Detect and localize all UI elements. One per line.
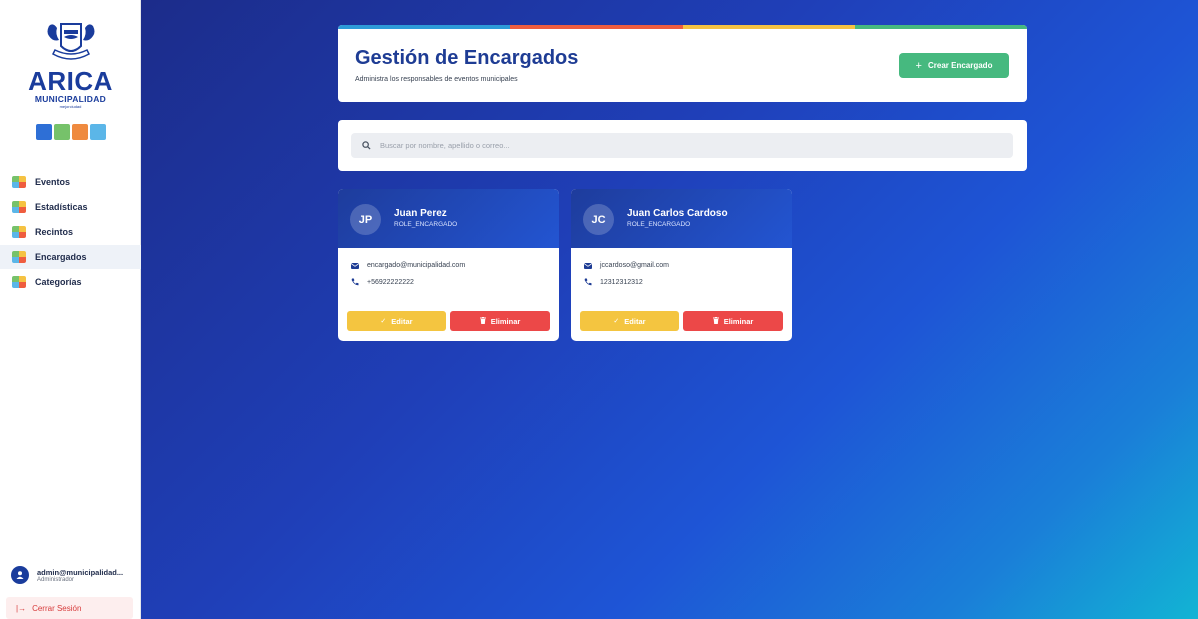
delete-button[interactable]: Eliminar (683, 311, 783, 331)
create-encargado-button[interactable]: + Crear Encargado (899, 53, 1009, 78)
sidebar-item-label: Categorías (35, 277, 82, 287)
coat-of-arms-icon (47, 23, 94, 60)
brand-tile (53, 124, 70, 140)
logout-arrow-icon: |→ (16, 603, 27, 613)
sidebar-item-estadisticas[interactable]: Estadísticas (0, 195, 141, 219)
page-title: Gestión de Encargados (355, 47, 579, 69)
sidebar: ARICA MUNICIPALIDAD mejorciudad Eventos … (0, 0, 141, 619)
delete-button[interactable]: Eliminar (450, 311, 550, 331)
edit-button-label: Editar (624, 316, 646, 326)
search-field[interactable] (351, 133, 1013, 158)
brand-logo[interactable]: ARICA MUNICIPALIDAD mejorciudad (0, 20, 141, 140)
phone-icon (351, 278, 361, 286)
encargado-phone: +56922222222 (367, 278, 414, 286)
color-bar-segment (854, 25, 1027, 29)
create-button-label: Crear Encargado (927, 61, 993, 70)
encargado-email: jccardoso@gmail.com (600, 262, 669, 269)
encargados-icon (12, 251, 26, 263)
sidebar-item-label: Eventos (35, 177, 71, 187)
sidebar-item-categorias[interactable]: Categorías (0, 270, 141, 294)
sidebar-item-encargados[interactable]: Encargados (0, 245, 141, 269)
phone-row: +56922222222 (351, 278, 414, 286)
color-bar-segment (510, 25, 683, 29)
user-icon (16, 571, 24, 579)
color-bar-segment (682, 25, 855, 29)
encargado-card: JC Juan Carlos Cardoso ROLE_ENCARGADO jc… (571, 189, 792, 341)
encargado-name: Juan Perez (394, 208, 447, 219)
categorias-icon (12, 276, 26, 288)
header-color-bar (338, 25, 1027, 29)
encargado-role: ROLE_ENCARGADO (627, 221, 691, 228)
avatar: JC (583, 204, 614, 235)
estadisticas-icon (12, 201, 26, 213)
brand-tile (71, 124, 88, 140)
eventos-icon (12, 176, 26, 188)
search-panel (338, 120, 1027, 171)
pencil-icon: ✓ (380, 318, 387, 325)
main-content: Gestión de Encargados Administra los res… (141, 0, 1198, 619)
user-role: Administrador (37, 576, 75, 583)
encargado-name: Juan Carlos Cardoso (627, 208, 728, 219)
email-row: encargado@municipalidad.com (351, 262, 465, 269)
brand-tile (89, 124, 106, 140)
sidebar-item-label: Encargados (35, 252, 87, 262)
delete-button-label: Eliminar (723, 316, 754, 326)
encargado-card: JP Juan Perez ROLE_ENCARGADO encargado@m… (338, 189, 559, 341)
mail-icon (584, 262, 594, 269)
delete-button-label: Eliminar (490, 316, 521, 326)
avatar: JP (350, 204, 381, 235)
page-subtitle: Administra los responsables de eventos m… (355, 76, 518, 83)
search-input[interactable] (380, 141, 980, 150)
trash-icon (712, 316, 719, 326)
encargado-role: ROLE_ENCARGADO (394, 221, 458, 228)
encargado-phone: 12312312312 (600, 278, 643, 286)
brand-tagline: mejorciudad (59, 104, 82, 109)
recintos-icon (12, 226, 26, 238)
card-header: JC Juan Carlos Cardoso ROLE_ENCARGADO (571, 189, 792, 248)
user-profile[interactable]: admin@municipalidad... Administrador (7, 560, 135, 590)
brand-title: ARICA (28, 66, 113, 96)
encargado-email: encargado@municipalidad.com (367, 262, 466, 269)
sidebar-nav: Eventos Estadísticas Recintos Encargados… (0, 170, 141, 295)
page-header: Gestión de Encargados Administra los res… (338, 25, 1027, 102)
plus-icon: + (915, 59, 922, 72)
color-bar-segment (338, 25, 511, 29)
edit-button-label: Editar (391, 316, 413, 326)
edit-button[interactable]: ✓ Editar (347, 311, 446, 331)
pencil-icon: ✓ (613, 318, 620, 325)
logout-button[interactable]: |→ Cerrar Sesión (6, 597, 133, 619)
user-email: admin@municipalidad... (37, 567, 124, 577)
sidebar-item-eventos[interactable]: Eventos (0, 170, 141, 194)
sidebar-item-recintos[interactable]: Recintos (0, 220, 141, 244)
mail-icon (351, 262, 361, 269)
sidebar-item-label: Recintos (35, 227, 74, 237)
search-icon (362, 141, 371, 150)
brand-subtitle: MUNICIPALIDAD (34, 94, 107, 104)
phone-row: 12312312312 (584, 278, 643, 286)
sidebar-item-label: Estadísticas (35, 202, 88, 212)
logout-label: Cerrar Sesión (32, 603, 82, 613)
phone-icon (584, 278, 594, 286)
brand-tile (35, 124, 52, 140)
edit-button[interactable]: ✓ Editar (580, 311, 679, 331)
email-row: jccardoso@gmail.com (584, 262, 669, 269)
avatar (11, 566, 29, 584)
brand-tiles (35, 124, 106, 140)
trash-icon (479, 316, 486, 326)
card-header: JP Juan Perez ROLE_ENCARGADO (338, 189, 559, 248)
